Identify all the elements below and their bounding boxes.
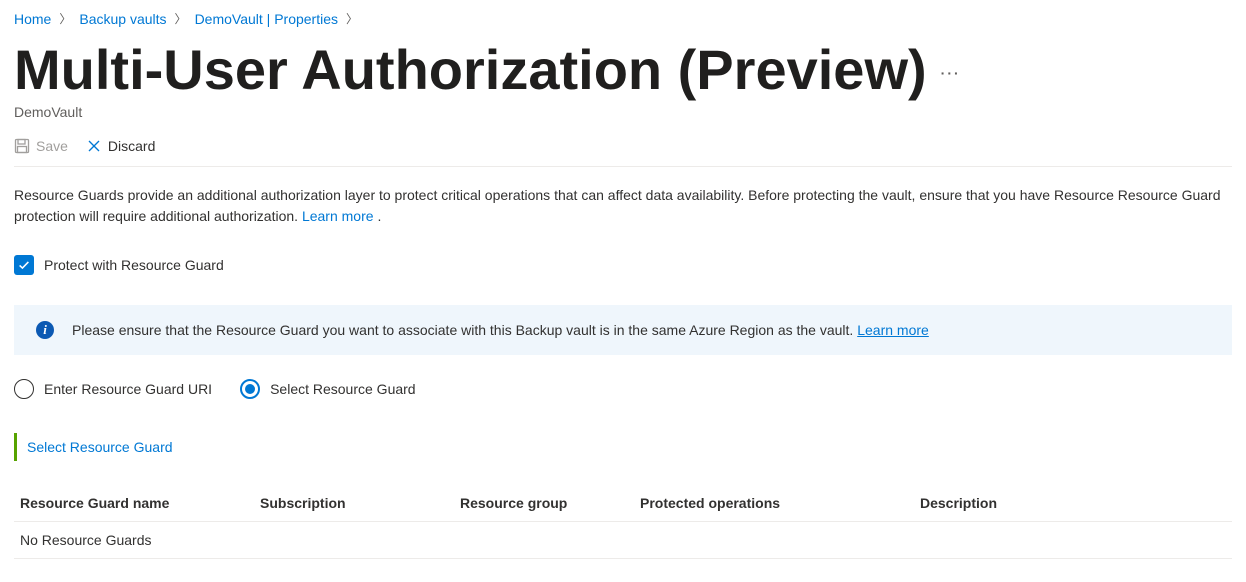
breadcrumb-home[interactable]: Home [14,11,51,27]
description-learn-more-link[interactable]: Learn more [302,208,374,224]
breadcrumb-backup-vaults[interactable]: Backup vaults [79,11,166,27]
col-header-resource-group[interactable]: Resource group [460,495,640,511]
radio-circle-icon [240,379,260,399]
page-title-row: Multi-User Authorization (Preview) ··· [14,37,1232,102]
discard-button[interactable]: Discard [86,138,155,154]
protect-checkbox-label: Protect with Resource Guard [44,257,224,273]
col-header-name[interactable]: Resource Guard name [20,495,260,511]
info-icon: i [36,321,54,339]
check-icon [17,258,31,272]
resource-guard-mode-radios: Enter Resource Guard URI Select Resource… [14,379,1232,399]
col-header-protected-ops[interactable]: Protected operations [640,495,920,511]
info-banner-text: Please ensure that the Resource Guard yo… [72,322,857,338]
toolbar: Save Discard [14,138,1232,167]
select-resource-guard-wrap: Select Resource Guard [14,433,1232,461]
chevron-right-icon: 〉 [175,10,187,27]
save-icon [14,138,30,154]
radio-enter-uri-label: Enter Resource Guard URI [44,381,212,397]
more-actions-button[interactable]: ··· [941,59,961,81]
chevron-right-icon: 〉 [59,10,71,27]
table-empty-row: No Resource Guards [14,522,1232,559]
info-learn-more-link[interactable]: Learn more [857,322,929,338]
page-title: Multi-User Authorization (Preview) [14,37,927,102]
protect-checkbox[interactable] [14,255,34,275]
table-empty-text: No Resource Guards [20,532,260,548]
save-button[interactable]: Save [14,138,68,154]
breadcrumb: Home 〉 Backup vaults 〉 DemoVault | Prope… [14,10,1232,27]
chevron-right-icon: 〉 [346,10,358,27]
description-trailing: . [377,208,381,224]
radio-select-guard[interactable]: Select Resource Guard [240,379,416,399]
radio-enter-uri[interactable]: Enter Resource Guard URI [14,379,212,399]
close-icon [86,138,102,154]
protect-checkbox-row: Protect with Resource Guard [14,255,1232,275]
radio-select-guard-label: Select Resource Guard [270,381,416,397]
save-label: Save [36,138,68,154]
table-header-row: Resource Guard name Subscription Resourc… [14,485,1232,522]
breadcrumb-demovault-properties[interactable]: DemoVault | Properties [195,11,338,27]
description-body: Resource Guards provide an additional au… [14,187,1221,224]
select-resource-guard-link[interactable]: Select Resource Guard [27,439,173,455]
info-banner: i Please ensure that the Resource Guard … [14,305,1232,355]
page-subtitle: DemoVault [14,104,1232,120]
col-header-description[interactable]: Description [920,495,1226,511]
description-text: Resource Guards provide an additional au… [14,185,1232,227]
col-header-subscription[interactable]: Subscription [260,495,460,511]
radio-circle-icon [14,379,34,399]
info-banner-content: Please ensure that the Resource Guard yo… [72,322,929,338]
discard-label: Discard [108,138,155,154]
resource-guard-table: Resource Guard name Subscription Resourc… [14,485,1232,559]
